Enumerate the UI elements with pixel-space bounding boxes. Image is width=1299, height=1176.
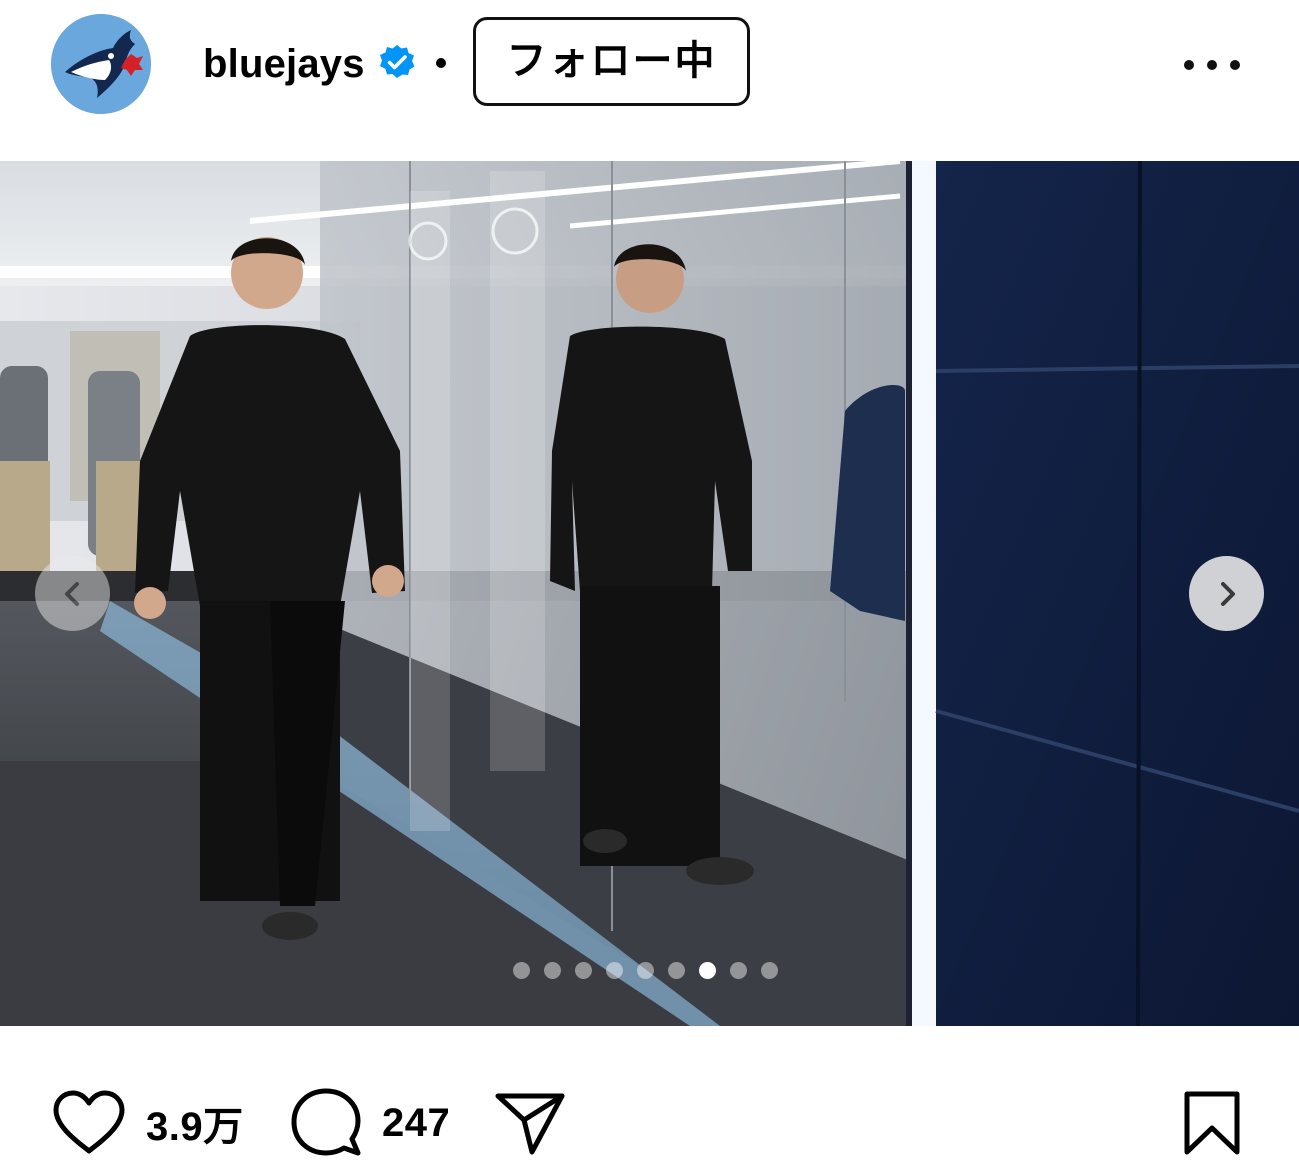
- post-image[interactable]: [0, 161, 1299, 1026]
- previous-image-button[interactable]: [35, 556, 110, 631]
- share-group: [494, 1070, 566, 1176]
- next-image-button[interactable]: [1189, 556, 1264, 631]
- chevron-left-icon: [64, 581, 79, 606]
- more-options-icon[interactable]: [1184, 55, 1240, 75]
- carousel-dot: [699, 962, 716, 979]
- carousel-dot: [606, 962, 623, 979]
- like-count[interactable]: 3.9万: [146, 1094, 244, 1152]
- paper-plane-icon[interactable]: [494, 1090, 566, 1156]
- heart-icon[interactable]: [52, 1090, 126, 1156]
- comment-group: 247: [290, 1070, 450, 1176]
- profile-avatar[interactable]: [51, 14, 151, 114]
- carousel-dot: [637, 962, 654, 979]
- carousel-indicator: [513, 962, 778, 980]
- chevron-right-icon: [1220, 581, 1235, 606]
- carousel-dot: [730, 962, 747, 979]
- comment-bubble-icon[interactable]: [290, 1087, 362, 1159]
- carousel-dot: [761, 962, 778, 979]
- corridor-photo: [0, 161, 1299, 1026]
- following-button[interactable]: フォロー中: [473, 17, 750, 106]
- bookmark-icon[interactable]: [1183, 1090, 1241, 1156]
- comment-count[interactable]: 247: [382, 1101, 450, 1146]
- carousel-dot: [513, 962, 530, 979]
- post-header: bluejays フォロー中: [0, 0, 1299, 130]
- verified-badge-icon: [380, 45, 415, 78]
- save-group: [1183, 1070, 1241, 1176]
- like-group: 3.9万: [52, 1070, 244, 1176]
- carousel-dot: [575, 962, 592, 979]
- blue-jays-logo-icon: [51, 14, 151, 114]
- post-actions: 3.9万 247: [0, 1070, 1299, 1176]
- separator-dot: [436, 58, 446, 68]
- username[interactable]: bluejays: [203, 40, 365, 88]
- carousel-dot: [544, 962, 561, 979]
- carousel-dot: [668, 962, 685, 979]
